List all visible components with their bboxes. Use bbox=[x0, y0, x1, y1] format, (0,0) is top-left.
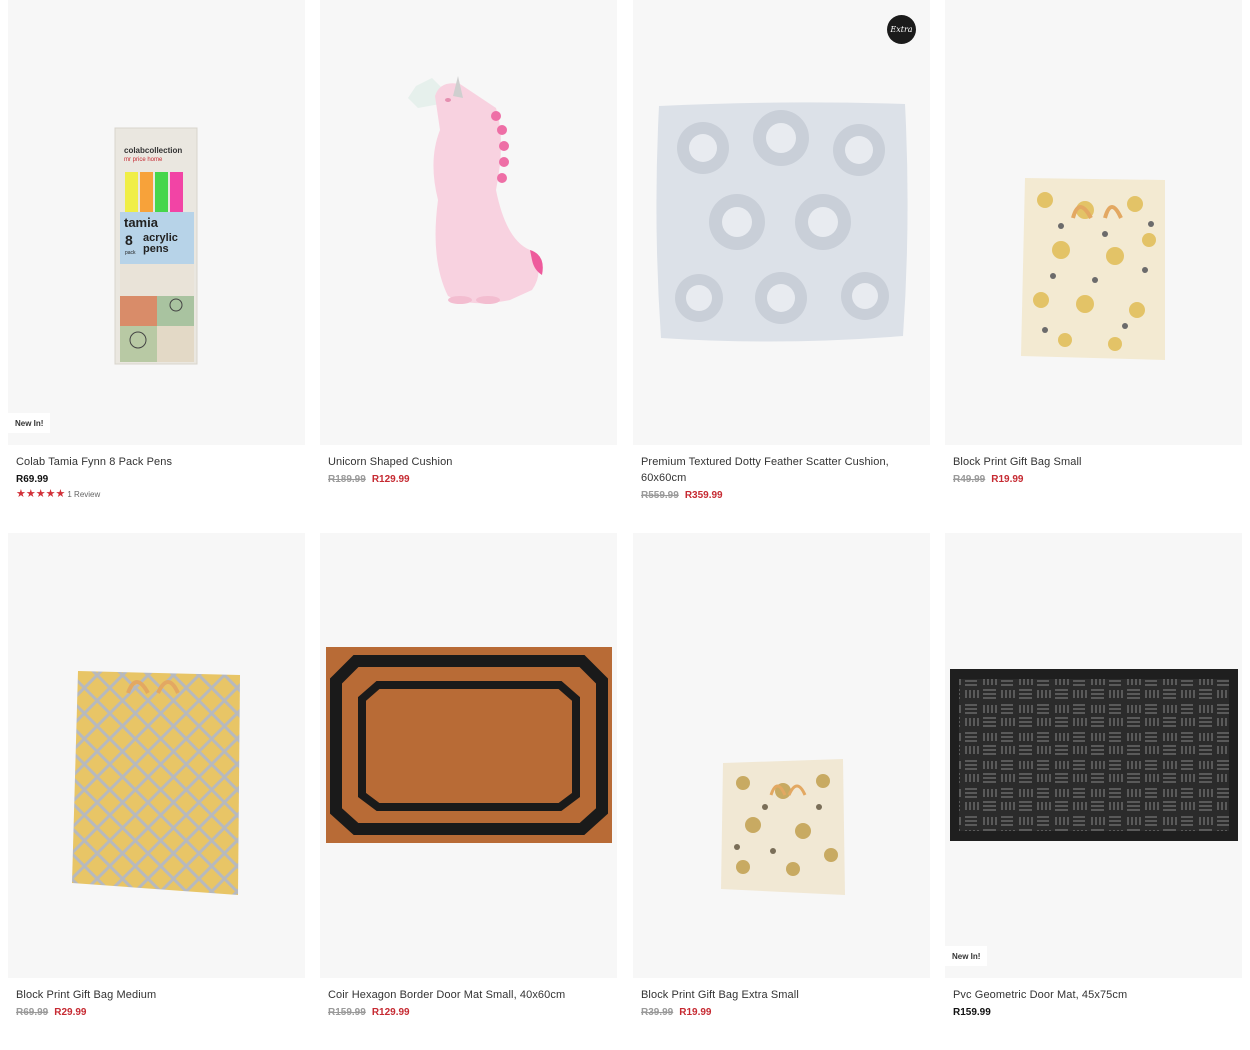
product-image-link[interactable] bbox=[320, 0, 617, 445]
price-row: R69.99 R29.99 bbox=[16, 1006, 297, 1020]
star-icon: ★ bbox=[25, 488, 36, 500]
price-row: R39.99 R19.99 bbox=[641, 1006, 922, 1020]
price-row: R49.99 R19.99 bbox=[953, 473, 1234, 487]
price: R159.99 bbox=[953, 1007, 991, 1018]
price: R69.99 bbox=[16, 474, 49, 485]
product-image-gift-bag-medium bbox=[72, 671, 240, 895]
product-title[interactable]: Colab Tamia Fynn 8 Pack Pens bbox=[16, 454, 297, 470]
old-price: R159.99 bbox=[328, 1007, 366, 1018]
old-price: R49.99 bbox=[953, 474, 986, 485]
product-title[interactable]: Pvc Geometric Door Mat, 45x75cm bbox=[953, 987, 1234, 1003]
product-image-gift-bag-extra-small bbox=[721, 759, 845, 895]
product-title[interactable]: Block Print Gift Bag Extra Small bbox=[641, 987, 922, 1003]
product-title[interactable]: Premium Textured Dotty Feather Scatter C… bbox=[641, 454, 922, 486]
product-card[interactable]: Block Print Gift Bag Small R49.99 R19.99 bbox=[945, 0, 1242, 487]
price-row: R69.99 bbox=[16, 473, 297, 487]
new-in-badge: New In! bbox=[8, 413, 51, 433]
product-image-gift-bag-small bbox=[1021, 178, 1165, 360]
star-icon: ★ bbox=[16, 488, 26, 500]
pack-brand: colabcollection bbox=[124, 146, 182, 155]
product-card[interactable]: colabcollection mr price home tamia 8 pa… bbox=[8, 0, 305, 500]
product-image-pens: colabcollection mr price home tamia 8 pa… bbox=[114, 127, 198, 365]
price-row: R159.99 R129.99 bbox=[328, 1006, 609, 1020]
star-icon: ★ bbox=[45, 488, 56, 500]
price-row: R559.99 R359.99 bbox=[641, 489, 922, 503]
review-count: 1 Review bbox=[67, 490, 101, 499]
product-title[interactable]: Unicorn Shaped Cushion bbox=[328, 454, 609, 470]
sale-price: R19.99 bbox=[991, 474, 1024, 485]
star-icon: ★ bbox=[55, 488, 66, 500]
product-image-link[interactable] bbox=[633, 533, 930, 978]
product-card[interactable]: Block Print Gift Bag Medium R69.99 R29.99 bbox=[8, 533, 305, 1020]
old-price: R69.99 bbox=[16, 1007, 49, 1018]
pack-name: tamia bbox=[124, 215, 159, 230]
extra-badge-icon: Extra bbox=[887, 15, 916, 44]
old-price: R39.99 bbox=[641, 1007, 674, 1018]
product-image-unicorn bbox=[408, 76, 543, 304]
product-title[interactable]: Coir Hexagon Border Door Mat Small, 40x6… bbox=[328, 987, 609, 1003]
star-icon: ★ bbox=[35, 488, 46, 500]
product-image-cushion bbox=[656, 102, 908, 342]
price-row: R159.99 bbox=[953, 1006, 1234, 1020]
pack-desc-2: pens bbox=[143, 243, 169, 255]
sale-price: R129.99 bbox=[371, 474, 410, 485]
rating[interactable]: ★ ★ ★ ★ ★ 1 Review bbox=[16, 489, 297, 500]
product-image-link[interactable] bbox=[945, 0, 1242, 445]
product-image-link[interactable]: Extra bbox=[633, 0, 930, 445]
sale-price: R129.99 bbox=[371, 1007, 410, 1018]
product-image-link[interactable]: New In! bbox=[945, 533, 1242, 978]
pack-store: mr price home bbox=[124, 157, 163, 163]
sale-price: R19.99 bbox=[679, 1007, 712, 1018]
product-card[interactable]: Unicorn Shaped Cushion R189.99 R129.99 bbox=[320, 0, 617, 487]
pack-count: 8 bbox=[125, 232, 133, 248]
price-row: R189.99 R129.99 bbox=[328, 473, 609, 487]
product-image-pvc-mat bbox=[950, 669, 1238, 841]
product-card[interactable]: Extra Premium Textured Dotty Feather Sca… bbox=[633, 0, 930, 503]
pack-unit: pack bbox=[125, 250, 136, 256]
product-image-link[interactable] bbox=[8, 533, 305, 978]
product-image-link[interactable] bbox=[320, 533, 617, 978]
product-card[interactable]: Coir Hexagon Border Door Mat Small, 40x6… bbox=[320, 533, 617, 1020]
product-title[interactable]: Block Print Gift Bag Small bbox=[953, 454, 1234, 470]
product-title[interactable]: Block Print Gift Bag Medium bbox=[16, 987, 297, 1003]
product-card[interactable]: Block Print Gift Bag Extra Small R39.99 R… bbox=[633, 533, 930, 1020]
old-price: R189.99 bbox=[328, 474, 366, 485]
old-price: R559.99 bbox=[641, 490, 679, 501]
product-card[interactable]: New In! Pvc Geometric Door Mat, 45x75cm … bbox=[945, 533, 1242, 1020]
new-in-badge: New In! bbox=[945, 946, 988, 966]
product-image-coir-mat bbox=[326, 647, 612, 843]
sale-price: R29.99 bbox=[54, 1007, 87, 1018]
sale-price: R359.99 bbox=[684, 490, 723, 501]
product-image-link[interactable]: colabcollection mr price home tamia 8 pa… bbox=[8, 0, 305, 445]
